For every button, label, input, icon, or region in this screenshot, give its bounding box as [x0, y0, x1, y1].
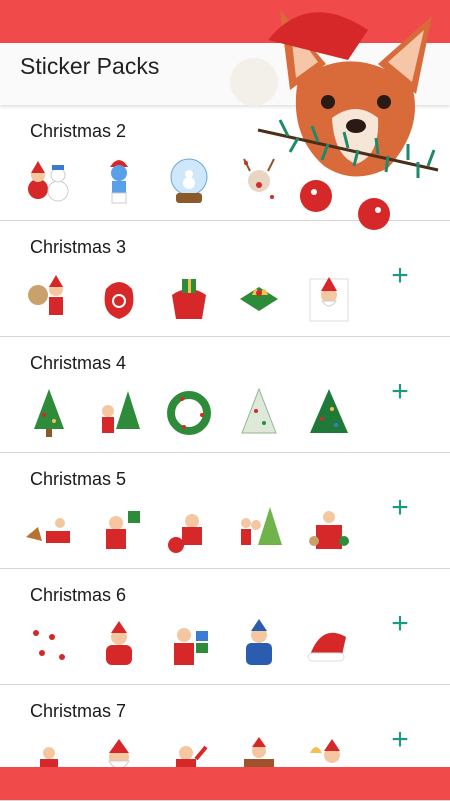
page-title: Sticker Packs: [20, 53, 160, 79]
sleigh-sticker: [22, 501, 76, 557]
kids-tree-sticker: [232, 501, 286, 557]
pack-title: Christmas 4: [30, 353, 127, 373]
santa-arms-sticker: [92, 617, 146, 673]
add-pack-button[interactable]: +: [386, 261, 414, 291]
snow-globe-sticker: [162, 153, 216, 209]
christmas-tree-sticker: [22, 385, 76, 441]
add-pack-button[interactable]: +: [386, 377, 414, 407]
santa-hat-sticker: [302, 617, 356, 673]
santa-presents-sticker: [162, 617, 216, 673]
santa-peek-sticker: [302, 269, 356, 325]
add-pack-button[interactable]: +: [386, 493, 414, 523]
add-pack-button[interactable]: +: [386, 609, 414, 639]
pack-title: Christmas 3: [30, 237, 127, 257]
santa-gift-sticker: [92, 501, 146, 557]
pack-title: Christmas 6: [30, 585, 127, 605]
santa-snowman-sticker: [22, 153, 76, 209]
pack-title: Christmas 2: [30, 121, 127, 141]
pack-title: Christmas 7: [30, 701, 127, 721]
santa-group-sticker: [302, 501, 356, 557]
blue-santa-sticker: [232, 617, 286, 673]
corgi-santa-hat-icon: [228, 0, 450, 232]
decorated-tree-sticker: [302, 385, 356, 441]
gift-bag-sticker: [162, 269, 216, 325]
red-sack-sticker: [92, 269, 146, 325]
santa-sitting-sticker: [162, 501, 216, 557]
sticker-pack-row[interactable]: Christmas 4 +: [0, 337, 450, 453]
smurf-sticker: [92, 153, 146, 209]
white-tree-sticker: [232, 385, 286, 441]
sticker-pack-row[interactable]: Christmas 5 +: [0, 453, 450, 569]
wreath-sticker: [162, 385, 216, 441]
add-pack-button[interactable]: +: [386, 725, 414, 755]
santa-tree-sticker: [92, 385, 146, 441]
navigation-bar: [0, 767, 450, 800]
pattern-sticker: [22, 617, 76, 673]
santa-gift-bag-sticker: [22, 269, 76, 325]
pack-title: Christmas 5: [30, 469, 127, 489]
sticker-pack-row[interactable]: Christmas 6 +: [0, 569, 450, 685]
sticker-pack-row[interactable]: Christmas 3 +: [0, 221, 450, 337]
bells-sticker: [232, 269, 286, 325]
